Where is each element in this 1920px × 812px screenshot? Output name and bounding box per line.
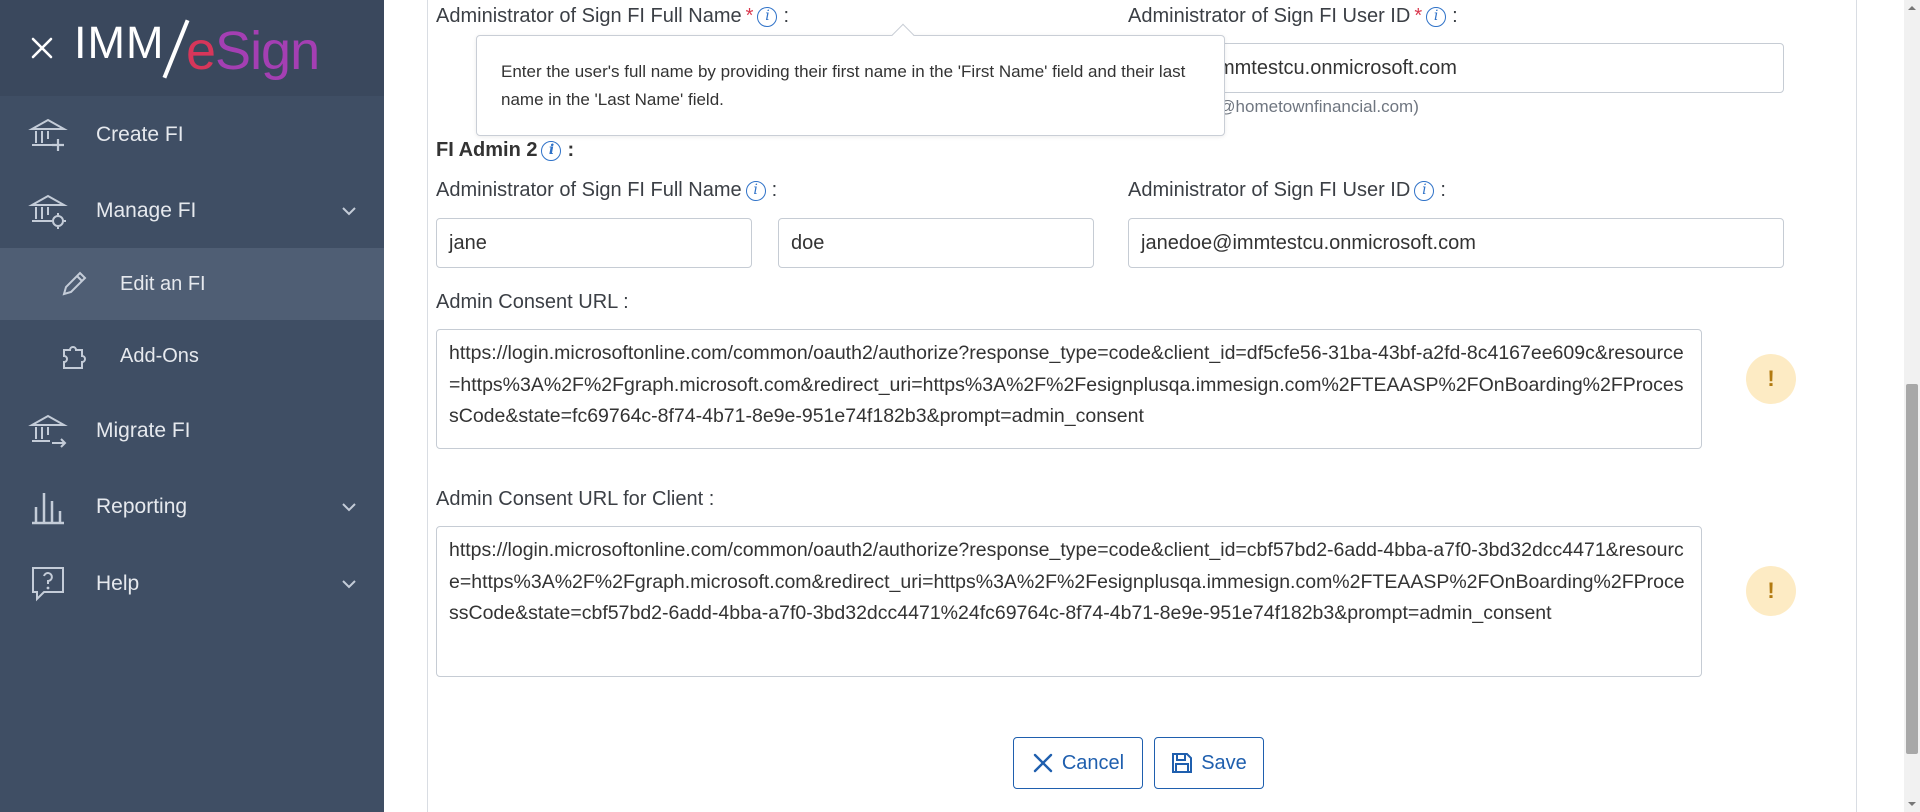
admin-consent-url-box[interactable]: https://login.microsoftonline.com/common…	[436, 329, 1702, 449]
sidebar-item-reporting[interactable]: Reporting	[0, 470, 384, 544]
sidebar-item-label: Manage FI	[96, 199, 197, 222]
client-url-warning-icon[interactable]: !	[1746, 566, 1796, 616]
close-icon	[1033, 753, 1053, 773]
scrollbar-thumb[interactable]	[1906, 384, 1918, 754]
info-icon[interactable]: i	[1426, 6, 1447, 27]
fi-admin2-section-label: FI Admin 2 i :	[436, 139, 575, 161]
scroll-down-arrow-icon[interactable]	[1907, 799, 1917, 809]
cancel-button[interactable]: Cancel	[1013, 737, 1143, 789]
sidebar-item-label: Create FI	[96, 123, 184, 146]
bar-chart-icon	[32, 493, 64, 525]
bank-gear-icon	[28, 194, 68, 229]
pencil-icon	[62, 271, 87, 296]
scroll-up-arrow-icon[interactable]	[1907, 3, 1917, 13]
info-icon[interactable]: i	[745, 180, 766, 201]
bank-plus-icon	[28, 118, 68, 151]
consent-url-warning-icon[interactable]: !	[1746, 354, 1796, 404]
admin1-user-id-label: Administrator of Sign FI User ID * i :	[1128, 5, 1458, 27]
admin2-user-id-label: Administrator of Sign FI User ID i :	[1128, 179, 1446, 201]
question-bubble-icon	[32, 567, 64, 602]
chevron-down-icon	[342, 580, 356, 589]
admin1-user-id-input[interactable]: llteller@immtestcu.onmicrosoft.com	[1128, 43, 1784, 93]
admin2-last-name-input[interactable]: doe	[778, 218, 1094, 268]
sidebar-item-migrate-fi[interactable]: Migrate FI	[0, 394, 384, 468]
sidebar-item-add-ons[interactable]: Add-Ons	[0, 320, 384, 392]
sidebar-header: IMM eSign	[0, 0, 384, 96]
chevron-down-icon	[342, 503, 356, 512]
info-icon[interactable]: i	[541, 140, 562, 161]
chevron-down-icon	[342, 207, 356, 216]
sidebar-item-label: Help	[96, 572, 140, 595]
sidebar-item-label: Add-Ons	[120, 344, 199, 367]
admin2-user-id-input[interactable]: janedoe@immtestcu.onmicrosoft.com	[1128, 218, 1784, 268]
sidebar-item-label: Migrate FI	[96, 419, 191, 442]
vertical-scrollbar[interactable]	[1904, 0, 1920, 812]
bank-arrow-icon	[28, 414, 68, 448]
sidebar-item-help[interactable]: Help	[0, 547, 384, 621]
floppy-disk-icon	[1172, 753, 1193, 773]
main-content: Administrator of Sign FI Full Name * i :…	[384, 0, 1920, 812]
sidebar-item-edit-fi[interactable]: Edit an FI	[0, 248, 384, 320]
sidebar-item-label: Reporting	[96, 495, 188, 518]
sidebar: IMM eSign Create FI Manage FI Edit an FI…	[0, 0, 384, 812]
info-icon[interactable]: i	[757, 6, 778, 27]
client-consent-url-label: Admin Consent URL for Client :	[436, 488, 715, 510]
sidebar-item-label: Edit an FI	[120, 272, 206, 295]
full-name-tooltip: Enter the user's full name by providing …	[476, 23, 1225, 136]
client-consent-url-box[interactable]: https://login.microsoftonline.com/common…	[436, 526, 1702, 677]
save-button[interactable]: Save	[1154, 737, 1264, 789]
cancel-button-label: Cancel	[1061, 751, 1125, 774]
info-icon[interactable]: i	[1414, 180, 1435, 201]
puzzle-icon	[63, 346, 86, 369]
admin2-first-name-input[interactable]: jane	[436, 218, 752, 268]
admin-consent-url-label: Admin Consent URL :	[436, 291, 629, 313]
sidebar-item-create-fi[interactable]: Create FI	[0, 98, 384, 172]
sidebar-item-manage-fi[interactable]: Manage FI	[0, 174, 384, 248]
admin2-full-name-label: Administrator of Sign FI Full Name i :	[436, 179, 778, 201]
close-icon[interactable]	[28, 34, 56, 62]
admin1-full-name-label: Administrator of Sign FI Full Name * i :	[436, 5, 790, 27]
edit-fi-form: Administrator of Sign FI Full Name * i :…	[427, 0, 1857, 812]
save-button-label: Save	[1201, 751, 1247, 774]
